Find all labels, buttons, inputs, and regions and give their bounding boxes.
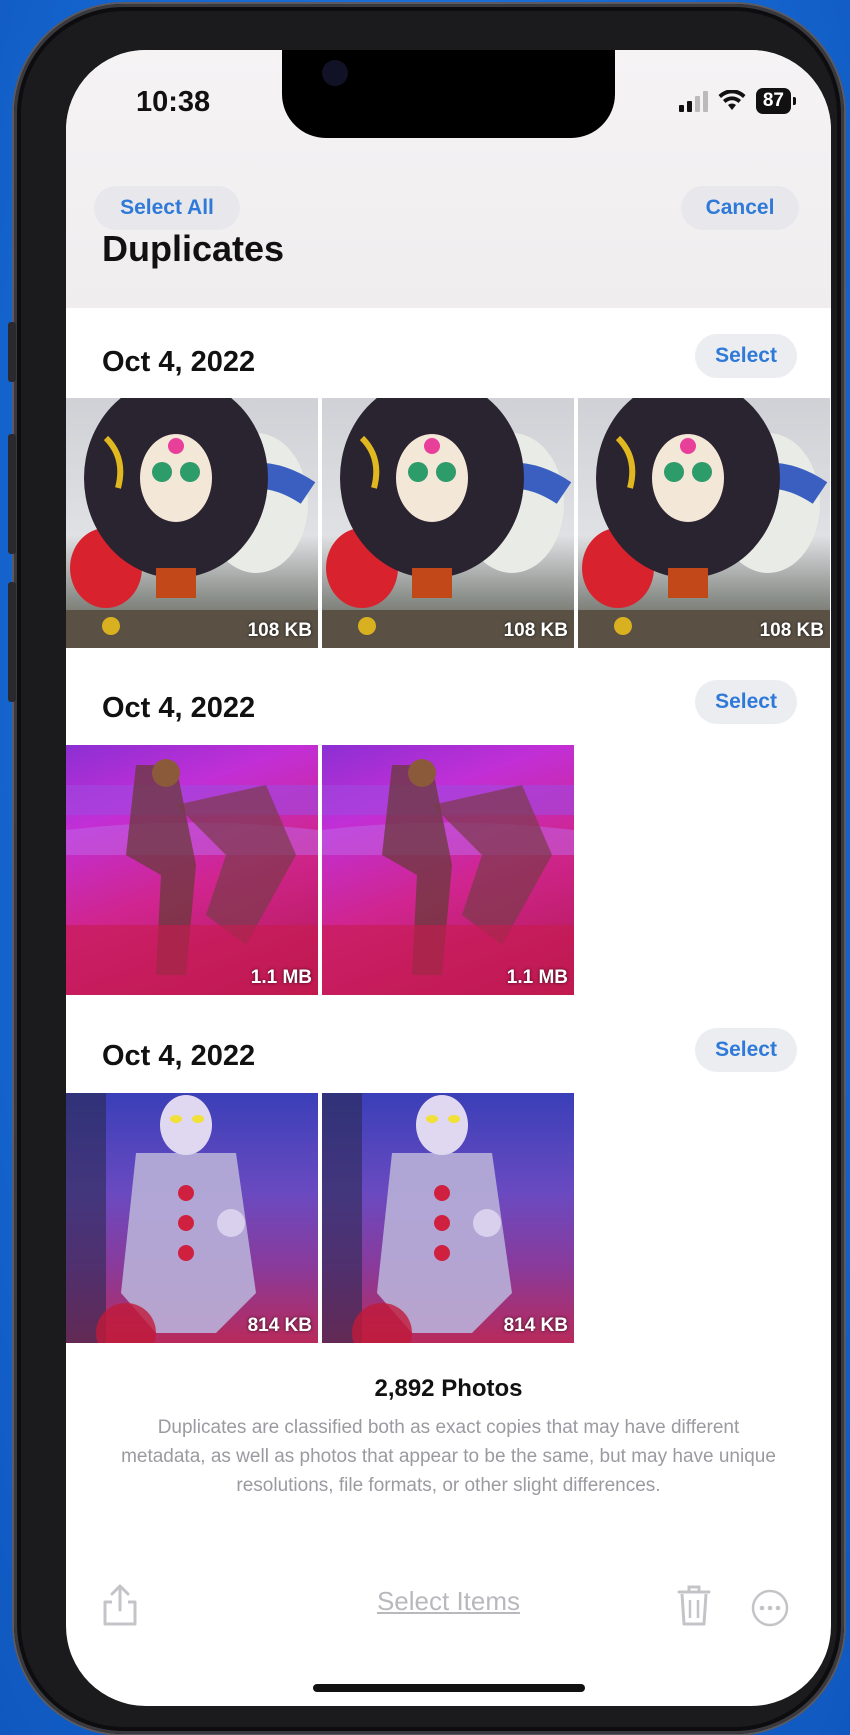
- clown-figure-image: [322, 1093, 512, 1343]
- skeleton-figure-image: [66, 759, 318, 995]
- more-icon[interactable]: [750, 1588, 790, 1628]
- photo-row: 108 KB 108 KB 108 KB: [66, 398, 830, 648]
- group-select-button[interactable]: Select: [695, 334, 797, 378]
- group-date: Oct 4, 2022: [102, 1040, 256, 1072]
- volume-down-button: [8, 582, 16, 702]
- photo-thumbnail[interactable]: 1.1 MB: [66, 745, 318, 995]
- wifi-icon: [718, 90, 746, 110]
- photo-thumbnail[interactable]: 108 KB: [578, 398, 830, 648]
- group-date: Oct 4, 2022: [102, 346, 256, 378]
- photo-thumbnail[interactable]: 814 KB: [66, 1093, 318, 1343]
- clown-figure-image: [66, 1093, 256, 1343]
- group-select-button[interactable]: Select: [695, 680, 797, 724]
- group-select-button[interactable]: Select: [695, 1028, 797, 1072]
- trash-icon[interactable]: [674, 1582, 714, 1628]
- volume-up-button: [8, 434, 16, 554]
- select-all-button[interactable]: Select All: [94, 186, 240, 230]
- photo-row: 814 KB 814 KB: [66, 1093, 574, 1343]
- file-size-label: 108 KB: [247, 620, 312, 641]
- file-size-label: 814 KB: [503, 1315, 568, 1336]
- phone-frame: 10:38 87 Select All Cancel Duplicates Oc…: [8, 4, 844, 1734]
- signal-icon: [678, 90, 708, 112]
- file-size-label: 108 KB: [759, 620, 824, 641]
- duplicates-explanation: Duplicates are classified both as exact …: [121, 1417, 776, 1496]
- home-indicator[interactable]: [313, 1684, 585, 1692]
- select-items-label: Select Items: [376, 1586, 521, 1616]
- file-size-label: 814 KB: [247, 1315, 312, 1336]
- page-title: Duplicates: [102, 228, 285, 269]
- mute-switch: [8, 322, 16, 382]
- hot-air-balloon-image: [322, 398, 574, 648]
- cancel-button[interactable]: Cancel: [681, 186, 799, 230]
- file-size-label: 108 KB: [503, 620, 568, 641]
- skeleton-figure-image: [322, 759, 574, 995]
- file-size-label: 1.1 MB: [506, 967, 568, 988]
- status-time: 10:38: [136, 86, 211, 118]
- group-date: Oct 4, 2022: [102, 692, 256, 724]
- photo-row: 1.1 MB 1.1 MB: [66, 745, 574, 995]
- hot-air-balloon-image: [66, 398, 318, 648]
- photo-thumbnail[interactable]: 814 KB: [322, 1093, 574, 1343]
- hot-air-balloon-image: [578, 398, 830, 648]
- battery-icon: 87: [755, 88, 797, 114]
- screen: 10:38 87 Select All Cancel Duplicates Oc…: [66, 50, 831, 1706]
- file-size-label: 1.1 MB: [250, 967, 312, 988]
- photo-thumbnail[interactable]: 108 KB: [322, 398, 574, 648]
- photo-thumbnail[interactable]: 1.1 MB: [322, 745, 574, 995]
- photo-thumbnail[interactable]: 108 KB: [66, 398, 318, 648]
- photo-count: 2,892 Photos: [374, 1375, 523, 1402]
- status-indicators: 87: [678, 88, 797, 114]
- dynamic-island: [282, 50, 615, 138]
